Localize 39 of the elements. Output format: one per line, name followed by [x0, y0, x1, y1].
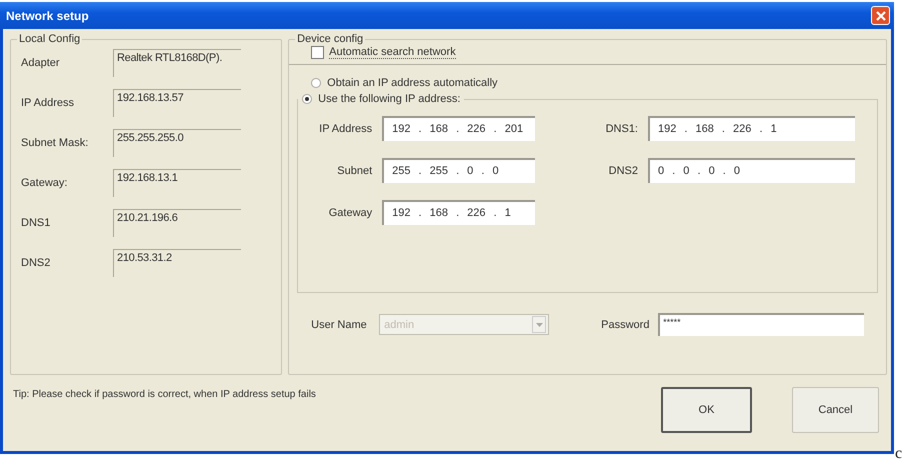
- field-label: DNS2: [608, 164, 638, 176]
- field-label: Gateway: [328, 206, 372, 218]
- ip-address-field[interactable]: 192 . 168 . 226 . 1: [648, 116, 855, 141]
- cancel-button[interactable]: Cancel: [792, 387, 879, 433]
- radio-button[interactable]: [311, 78, 322, 88]
- readonly-field: 210.53.31.2: [113, 249, 241, 277]
- checkbox-label[interactable]: Automatic search network: [329, 46, 456, 59]
- field-label: DNS1: [21, 216, 52, 229]
- radio-label[interactable]: Obtain an IP address automatically: [327, 77, 498, 89]
- ip-address-field[interactable]: 192 . 168 . 226 . 1: [382, 200, 536, 225]
- readonly-field: Realtek RTL8168D(P).: [113, 49, 241, 77]
- field-label: DNS1:: [604, 122, 638, 134]
- field-label: Adapter: [21, 56, 61, 69]
- field-label: User Name: [311, 318, 368, 330]
- password-field[interactable]: *****: [658, 313, 864, 336]
- checkbox[interactable]: [311, 46, 324, 59]
- group-title: Local Config: [17, 33, 82, 45]
- radio-button[interactable]: [302, 94, 312, 104]
- readonly-field: 255.255.255.0: [113, 129, 241, 157]
- ip-address-field[interactable]: 192 . 168 . 226 . 201: [382, 116, 536, 141]
- ip-address-field[interactable]: 255 . 255 . 0 . 0: [382, 158, 536, 183]
- readonly-field: 192.168.13.1: [113, 169, 241, 197]
- close-button[interactable]: [871, 6, 890, 25]
- field-label: DNS2: [21, 256, 52, 269]
- field-label: IP Address: [318, 122, 372, 134]
- close-icon: [874, 8, 888, 22]
- readonly-field: 210.21.196.6: [113, 209, 241, 237]
- group-title: Device config: [295, 33, 366, 45]
- ip-address-field[interactable]: 0 . 0 . 0 . 0: [648, 158, 855, 183]
- stray-text: c: [895, 446, 902, 462]
- field-label: Subnet Mask:: [21, 136, 90, 149]
- ok-button[interactable]: OK: [661, 387, 752, 433]
- readonly-field: 192.168.13.57: [113, 89, 241, 117]
- field-label: Subnet: [336, 164, 372, 176]
- tip-text: Tip: Please check if password is correct, when IP address setup fails: [13, 389, 317, 400]
- field-label: Gateway:: [21, 176, 68, 189]
- field-label: Password: [601, 318, 650, 330]
- field-label: IP Address: [21, 96, 75, 109]
- window-title: Network setup: [6, 8, 89, 22]
